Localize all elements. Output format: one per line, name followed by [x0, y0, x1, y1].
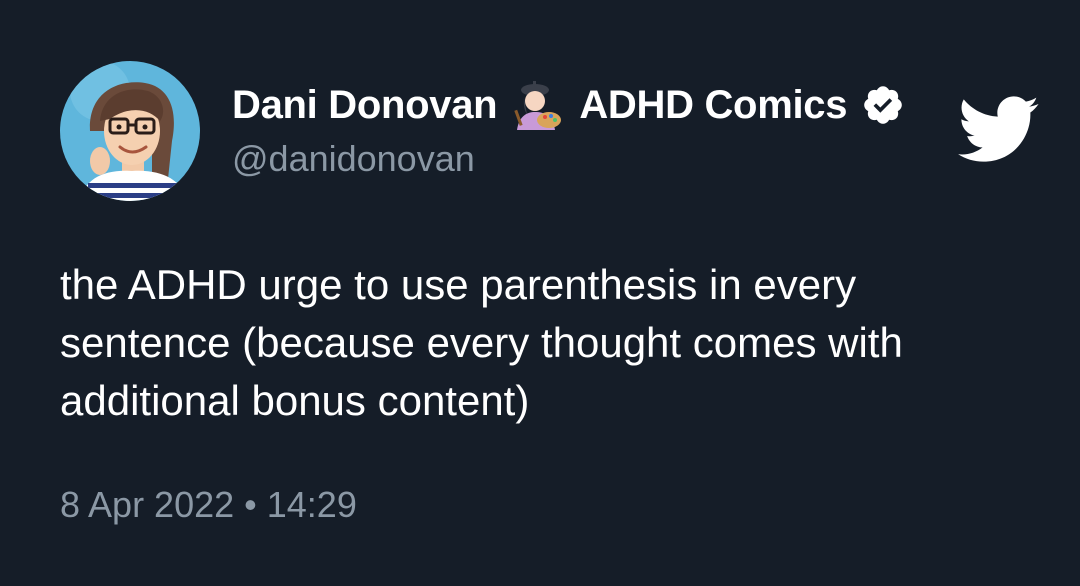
artist-woman-emoji-icon	[511, 80, 567, 130]
avatar[interactable]	[60, 61, 200, 201]
tweet-text: the ADHD urge to use parenthesis in ever…	[60, 261, 903, 424]
author-name-suffix[interactable]: ADHD Comics	[579, 83, 847, 128]
tweet-timestamp[interactable]: 8 Apr 2022 • 14:29	[60, 484, 357, 526]
twitter-bird-icon[interactable]	[958, 96, 1040, 164]
author-display-name[interactable]: Dani Donovan	[232, 83, 498, 128]
verified-badge-icon	[861, 83, 905, 127]
tweet-card: Dani Donovan ADHD Comics @danidonovan th…	[0, 0, 1080, 586]
author-handle[interactable]: @danidonovan	[232, 138, 475, 180]
illustrated-woman-avatar	[60, 61, 200, 201]
author-name-row[interactable]: Dani Donovan ADHD Comics	[232, 80, 905, 130]
